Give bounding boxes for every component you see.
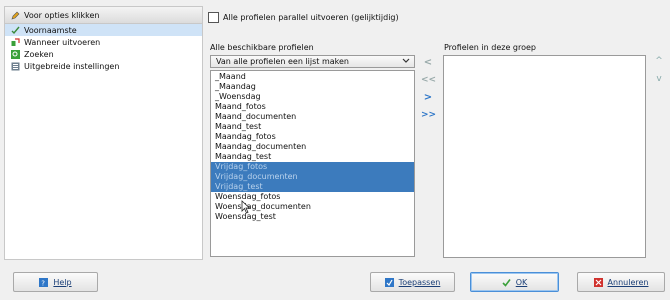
close-icon bbox=[593, 277, 603, 287]
list-mode-dropdown[interactable]: Van alle profielen een lijst maken bbox=[210, 55, 415, 68]
list-item[interactable]: Maandag_test bbox=[211, 152, 414, 162]
options-nav-header: Voor opties klikken bbox=[5, 7, 202, 24]
parallel-run-checkbox[interactable]: Alle profielen parallel uitvoeren (gelij… bbox=[208, 12, 399, 23]
list-item[interactable]: Maandag_fotos bbox=[211, 132, 414, 142]
group-profiles-title: Profielen in deze groep bbox=[444, 43, 536, 52]
list-item[interactable]: _Maand bbox=[211, 72, 414, 82]
list-item[interactable]: _Woensdag bbox=[211, 92, 414, 102]
list-mode-dropdown-value: Van alle profielen een lijst maken bbox=[216, 57, 349, 66]
cancel-button-label: Annuleren bbox=[607, 277, 649, 287]
apply-icon bbox=[384, 277, 394, 287]
cancel-button[interactable]: Annuleren bbox=[577, 272, 665, 292]
nav-item-label: Zoeken bbox=[24, 49, 54, 59]
nav-item-zoeken[interactable]: Zoeken bbox=[5, 48, 202, 60]
nav-item-label: Wanneer uitvoeren bbox=[24, 37, 101, 47]
available-profiles-list[interactable]: _Maand _Maandag _Woensdag Maand_fotos Ma… bbox=[210, 70, 415, 257]
move-up-button[interactable]: ^ bbox=[652, 56, 666, 68]
search-icon bbox=[11, 49, 20, 59]
pencil-icon bbox=[11, 11, 20, 20]
options-nav-panel: Voor opties klikken Voornaamste Wanneer … bbox=[4, 6, 203, 260]
move-down-button[interactable]: v bbox=[652, 74, 666, 86]
svg-text:?: ? bbox=[42, 279, 46, 287]
check-pen-icon bbox=[11, 26, 20, 35]
apply-button[interactable]: Toepassen bbox=[370, 272, 455, 292]
remove-all-button[interactable]: << bbox=[421, 73, 436, 87]
nav-item-wanneer-uitvoeren[interactable]: Wanneer uitvoeren bbox=[5, 36, 202, 48]
list-item-selected[interactable]: Vrijdag_test bbox=[211, 182, 414, 192]
list-item[interactable]: Maand_documenten bbox=[211, 112, 414, 122]
add-all-button[interactable]: >> bbox=[421, 108, 436, 122]
ok-button-label: OK bbox=[515, 277, 528, 287]
group-profiles-list[interactable] bbox=[443, 55, 646, 258]
help-button[interactable]: ? Help bbox=[13, 272, 98, 292]
ok-button[interactable]: OK bbox=[470, 272, 559, 292]
list-item[interactable]: Maand_test bbox=[211, 122, 414, 132]
checkmark-icon bbox=[502, 278, 511, 287]
list-item[interactable]: _Maandag bbox=[211, 82, 414, 92]
available-profiles-title: Alle beschikbare profielen bbox=[210, 43, 314, 52]
list-item[interactable]: Maandag_documenten bbox=[211, 142, 414, 152]
list-item-selected[interactable]: Vrijdag_documenten bbox=[211, 172, 414, 182]
nav-item-label: Uitgebreide instellingen bbox=[24, 61, 120, 71]
parallel-run-label: Alle profielen parallel uitvoeren (gelij… bbox=[223, 13, 399, 22]
list-item-selected[interactable]: Vrijdag_fotos bbox=[211, 162, 414, 172]
list-item[interactable]: Maand_fotos bbox=[211, 102, 414, 112]
nav-item-voornaamste[interactable]: Voornaamste bbox=[5, 24, 202, 36]
help-button-label: Help bbox=[53, 277, 72, 287]
settings-icon bbox=[11, 62, 20, 71]
options-nav-header-label: Voor opties klikken bbox=[24, 10, 100, 20]
remove-one-button[interactable]: < bbox=[421, 56, 435, 70]
mouse-cursor-icon bbox=[241, 200, 251, 216]
nav-item-label: Voornaamste bbox=[24, 25, 77, 35]
help-icon: ? bbox=[39, 277, 49, 287]
schedule-icon bbox=[11, 37, 20, 47]
nav-item-uitgebreide-instellingen[interactable]: Uitgebreide instellingen bbox=[5, 60, 202, 72]
chevron-down-icon bbox=[402, 57, 410, 66]
apply-button-label: Toepassen bbox=[398, 277, 441, 287]
add-one-button[interactable]: > bbox=[421, 91, 435, 105]
checkbox-box[interactable] bbox=[208, 12, 219, 23]
